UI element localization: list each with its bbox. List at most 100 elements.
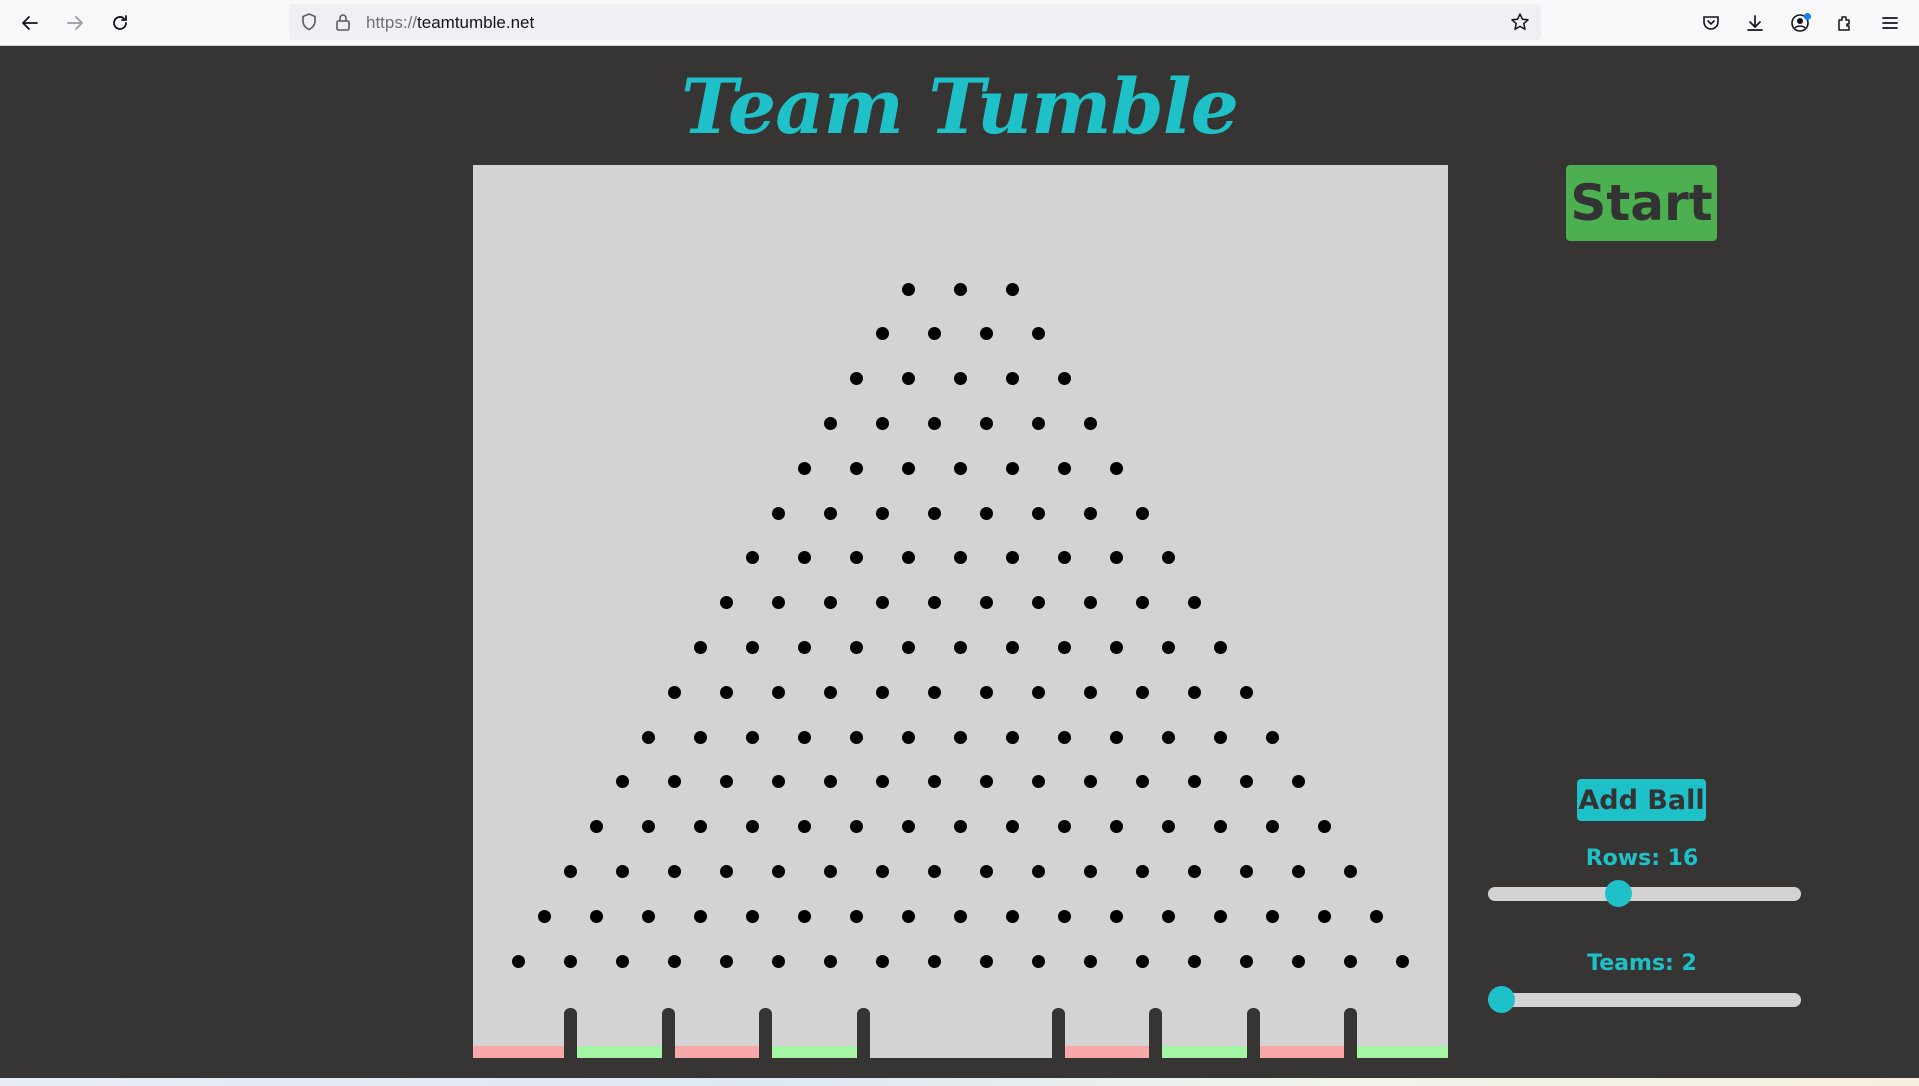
peg [901,372,915,386]
start-button[interactable]: Start [1566,165,1717,241]
peg [875,864,889,878]
peg [849,372,863,386]
peg [823,775,837,789]
bucket-green [1350,1046,1448,1058]
peg [1343,954,1357,968]
teams-slider[interactable] [1488,986,1801,1013]
lock-icon[interactable] [333,12,353,32]
peg [1109,820,1123,834]
peg [693,820,707,834]
add-ball-button[interactable]: Add Ball [1577,779,1706,821]
peg [1291,775,1305,789]
peg [1161,909,1175,923]
url-text[interactable]: https://teamtumble.net [366,13,534,33]
browser-toolbar: https://teamtumble.net [0,0,1919,46]
peg [1161,640,1175,654]
plinko-board[interactable] [473,165,1448,1058]
download-icon[interactable] [1740,8,1770,38]
bucket-divider [1246,1008,1260,1058]
peg [901,461,915,475]
peg [927,685,941,699]
peg [927,327,941,341]
bucket-divider [1051,1008,1065,1058]
peg [901,282,915,296]
peg [745,820,759,834]
peg [1239,685,1253,699]
bucket-divider [661,1008,675,1058]
peg [849,820,863,834]
peg [667,685,681,699]
url-bar[interactable]: https://teamtumble.net [289,4,1541,40]
peg [1291,954,1305,968]
peg [1369,909,1383,923]
peg [1057,730,1071,744]
page-scrollbar[interactable] [1913,46,1919,1078]
peg [1317,909,1331,923]
peg [1083,864,1097,878]
rows-slider[interactable] [1488,880,1801,907]
peg [563,864,577,878]
account-icon[interactable] [1785,8,1815,38]
peg [667,954,681,968]
peg [979,506,993,520]
peg [1239,775,1253,789]
peg [719,775,733,789]
peg [1213,730,1227,744]
peg [1031,954,1045,968]
back-arrow-icon[interactable] [15,8,45,38]
peg [1187,596,1201,610]
peg [1005,282,1019,296]
peg [1083,506,1097,520]
peg [979,775,993,789]
peg [1239,864,1253,878]
peg [771,954,785,968]
forward-arrow-icon[interactable] [60,8,90,38]
peg [589,909,603,923]
pocket-icon[interactable] [1696,8,1726,38]
peg [537,909,551,923]
peg [1239,954,1253,968]
peg [1083,775,1097,789]
peg [1031,506,1045,520]
shield-icon[interactable] [299,12,319,32]
url-host: teamtumble.net [417,13,535,32]
peg [1135,506,1149,520]
extensions-icon[interactable] [1830,8,1860,38]
peg [823,685,837,699]
peg [953,640,967,654]
peg [797,461,811,475]
peg [953,282,967,296]
peg [1317,820,1331,834]
peg [797,730,811,744]
peg [953,551,967,565]
peg [1057,461,1071,475]
peg [901,730,915,744]
peg [823,506,837,520]
peg [1031,596,1045,610]
peg [745,640,759,654]
peg [849,909,863,923]
peg [719,864,733,878]
peg [745,551,759,565]
peg [1057,551,1071,565]
peg [953,909,967,923]
reload-icon[interactable] [105,8,135,38]
peg [563,954,577,968]
peg [693,730,707,744]
bucket-divider [1344,1008,1357,1058]
peg [797,909,811,923]
rows-label: Rows: 16 [1585,846,1699,871]
peg [1031,327,1045,341]
teams-slider-thumb[interactable] [1488,986,1515,1013]
peg [615,775,629,789]
peg [823,954,837,968]
star-icon[interactable] [1510,12,1530,32]
peg [1213,640,1227,654]
rows-slider-thumb[interactable] [1605,880,1633,907]
peg [797,551,811,565]
menu-icon[interactable] [1875,8,1905,38]
peg [901,551,915,565]
peg [875,954,889,968]
peg [667,775,681,789]
bucket-green [570,1046,668,1058]
